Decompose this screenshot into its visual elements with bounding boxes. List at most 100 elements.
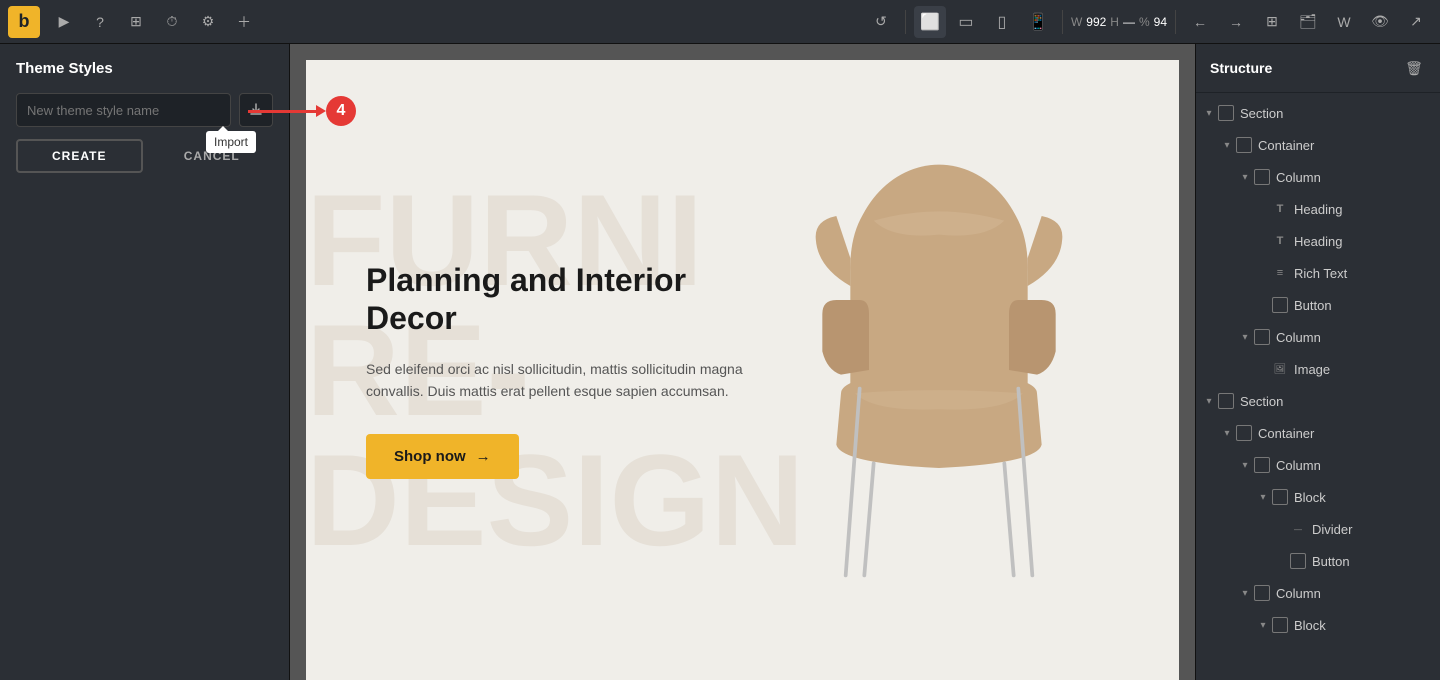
folder-button[interactable]: 🗂	[1292, 6, 1324, 38]
structure-tree: Section Container Column T Heading	[1196, 93, 1440, 645]
tablet-v-view-btn[interactable]: ▯	[986, 6, 1018, 38]
mobile-view-btn[interactable]: 📱	[1022, 6, 1054, 38]
box-icon-button-1	[1272, 297, 1288, 313]
canvas-area: FURNI RE- DESIGN Planning and Interior D…	[290, 44, 1195, 680]
box-icon-section-2	[1218, 393, 1234, 409]
tree-item-block-1[interactable]: Block	[1196, 481, 1440, 513]
height-dimension: H —	[1110, 15, 1135, 29]
refresh-button[interactable]: ↺	[865, 6, 897, 38]
history-button[interactable]: ⏱	[156, 6, 188, 38]
shop-now-button[interactable]: Shop now →	[366, 434, 519, 479]
tablet-h-view-btn[interactable]: ▭	[950, 6, 982, 38]
width-label: W	[1071, 15, 1082, 29]
tree-item-container-2[interactable]: Container	[1196, 417, 1440, 449]
box-icon-column-1	[1254, 169, 1270, 185]
create-button[interactable]: CREATE	[16, 139, 143, 173]
label-container-1: Container	[1258, 138, 1314, 153]
shop-now-label: Shop now	[394, 448, 466, 465]
box-icon-block-2	[1272, 617, 1288, 633]
chevron-column-4	[1236, 584, 1254, 602]
wp-button[interactable]: W	[1328, 6, 1360, 38]
chevron-column-1	[1236, 168, 1254, 186]
import-tooltip: Import	[206, 131, 256, 153]
logo: b	[8, 6, 40, 38]
label-heading-1: Heading	[1294, 202, 1342, 217]
publish-button[interactable]: ↗	[1400, 6, 1432, 38]
tree-item-heading-2[interactable]: T Heading	[1196, 225, 1440, 257]
chevron-column-3	[1236, 456, 1254, 474]
panel-header: Structure 🗑	[1196, 44, 1440, 93]
trash-button[interactable]: 🗑	[1402, 56, 1426, 80]
divider-icon: —	[1290, 521, 1306, 537]
tree-item-section-2[interactable]: Section	[1196, 385, 1440, 417]
label-image: Image	[1294, 362, 1330, 377]
undo-button[interactable]: ←	[1184, 6, 1216, 38]
label-container-2: Container	[1258, 426, 1314, 441]
label-column-3: Column	[1276, 458, 1321, 473]
tree-item-column-3[interactable]: Column	[1196, 449, 1440, 481]
tree-item-section-1[interactable]: Section	[1196, 97, 1440, 129]
separator-2	[1062, 10, 1063, 34]
tree-item-button-2[interactable]: Button	[1196, 545, 1440, 577]
box-icon-container-1	[1236, 137, 1252, 153]
add-button[interactable]: ＋	[228, 6, 260, 38]
chevron-block-2	[1254, 616, 1272, 634]
zoom-dimension: % 94	[1139, 15, 1167, 29]
preview-button[interactable]: 👁	[1364, 6, 1396, 38]
T-icon-richtext: ≡	[1272, 265, 1288, 281]
separator-1	[905, 10, 906, 34]
tree-item-button-1[interactable]: Button	[1196, 289, 1440, 321]
height-label: H	[1110, 15, 1119, 29]
hero-text: Sed eleifend orci ac nisl sollicitudin, …	[366, 358, 746, 403]
label-divider: Divider	[1312, 522, 1352, 537]
import-icon	[249, 103, 263, 117]
pages-button[interactable]: ⊞	[120, 6, 152, 38]
tree-item-block-2[interactable]: Block	[1196, 609, 1440, 641]
label-block-2: Block	[1294, 618, 1326, 633]
chevron-column-2	[1236, 328, 1254, 346]
hero-content: Planning and Interior Decor Sed eleifend…	[366, 261, 746, 480]
height-dash: —	[1123, 15, 1135, 29]
tree-item-column-4[interactable]: Column	[1196, 577, 1440, 609]
settings-button[interactable]: ⚙	[192, 6, 224, 38]
hero-image	[759, 100, 1119, 640]
label-column-2: Column	[1276, 330, 1321, 345]
width-dimension: W 992	[1071, 15, 1106, 29]
tree-item-container-1[interactable]: Container	[1196, 129, 1440, 161]
T-icon-heading-2: T	[1272, 233, 1288, 249]
label-column-4: Column	[1276, 586, 1321, 601]
top-toolbar: b ▶ ? ⊞ ⏱ ⚙ ＋ ↺ ⬜ ▭ ▯ 📱 W 992 H — % 94 ←…	[0, 0, 1440, 44]
label-richtext: Rich Text	[1294, 266, 1347, 281]
tree-item-divider[interactable]: — Divider	[1196, 513, 1440, 545]
tree-item-column-2[interactable]: Column	[1196, 321, 1440, 353]
pointer-tool[interactable]: ▶	[48, 6, 80, 38]
zoom-value: 94	[1154, 15, 1167, 29]
label-button-2: Button	[1312, 554, 1350, 569]
help-button[interactable]: ?	[84, 6, 116, 38]
right-toolbar: ← → ⊞ 🗂 W 👁 ↗	[1184, 6, 1432, 38]
desktop-view-btn[interactable]: ⬜	[914, 6, 946, 38]
hero-section: FURNI RE- DESIGN Planning and Interior D…	[306, 60, 1179, 680]
label-button-1: Button	[1294, 298, 1332, 313]
tree-item-richtext[interactable]: ≡ Rich Text	[1196, 257, 1440, 289]
left-panel: Theme Styles Import CREATE CANCEL	[0, 44, 290, 680]
width-value: 992	[1086, 15, 1106, 29]
hero-title: Planning and Interior Decor	[366, 261, 746, 338]
theme-name-input[interactable]	[16, 93, 231, 127]
import-button[interactable]	[239, 93, 273, 127]
label-column-1: Column	[1276, 170, 1321, 185]
grid-view-button[interactable]: ⊞	[1256, 6, 1288, 38]
box-icon-column-3	[1254, 457, 1270, 473]
tree-item-column-1[interactable]: Column	[1196, 161, 1440, 193]
redo-button[interactable]: →	[1220, 6, 1252, 38]
T-icon-heading-1: T	[1272, 201, 1288, 217]
tree-item-image[interactable]: 🖼 Image	[1196, 353, 1440, 385]
label-heading-2: Heading	[1294, 234, 1342, 249]
right-panel: Structure 🗑 Section Container Column	[1195, 44, 1440, 680]
chevron-section-2	[1200, 392, 1218, 410]
box-icon-column-4	[1254, 585, 1270, 601]
canvas-page: FURNI RE- DESIGN Planning and Interior D…	[306, 60, 1179, 680]
separator-3	[1175, 10, 1176, 34]
tree-item-heading-1[interactable]: T Heading	[1196, 193, 1440, 225]
chevron-container-2	[1218, 424, 1236, 442]
